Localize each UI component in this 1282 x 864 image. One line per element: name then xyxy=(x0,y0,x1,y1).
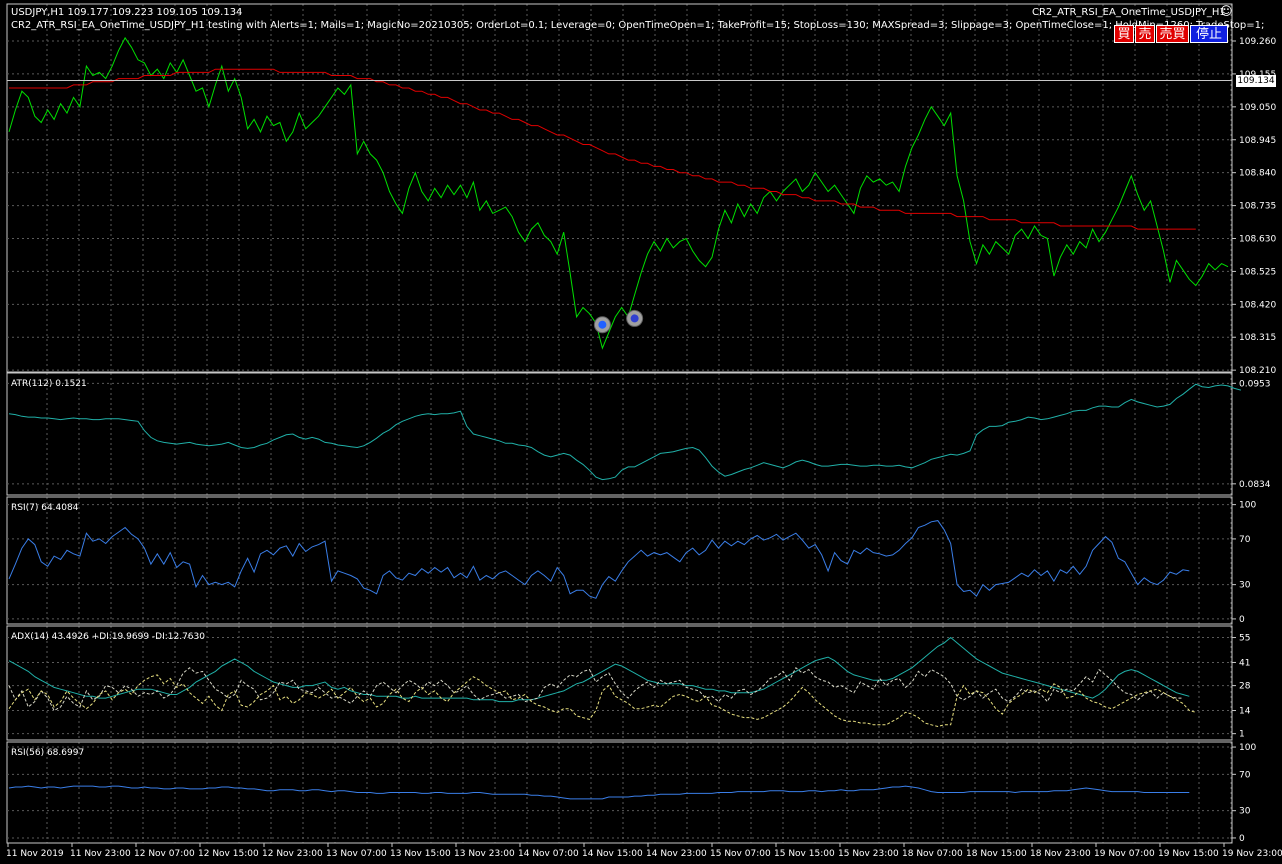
y-tick-label: 70 xyxy=(1239,770,1251,780)
x-tick-label: 11 Nov 2019 xyxy=(6,849,64,859)
x-tick-label: 15 Nov 23:00 xyxy=(838,849,899,859)
pane-title: RSI(7) 64.4084 xyxy=(11,503,79,513)
y-tick-label: 108.420 xyxy=(1239,300,1276,310)
x-tick-label: 13 Nov 15:00 xyxy=(390,849,451,859)
y-tick-label: 108.945 xyxy=(1239,136,1276,146)
x-tick-label: 13 Nov 23:00 xyxy=(454,849,515,859)
y-tick-label: 14 xyxy=(1239,707,1251,717)
x-tick-label: 14 Nov 23:00 xyxy=(646,849,707,859)
y-tick-label: 100 xyxy=(1239,743,1256,753)
y-tick-label: 108.630 xyxy=(1239,234,1276,244)
x-tick-label: 19 Nov 15:00 xyxy=(1158,849,1219,859)
y-tick-label: 108.735 xyxy=(1239,202,1276,212)
y-tick-label: 70 xyxy=(1239,535,1251,545)
x-tick-label: 15 Nov 15:00 xyxy=(774,849,835,859)
y-tick-label: 109.260 xyxy=(1239,37,1276,47)
symbol-header: USDJPY,H1 109.177 109.223 109.105 109.13… xyxy=(11,7,243,18)
x-tick-label: 13 Nov 07:00 xyxy=(326,849,387,859)
x-tick-label: 12 Nov 07:00 xyxy=(134,849,195,859)
pane-title: ADX(14) 43.4926 +DI:19.9699 -DI:12.7630 xyxy=(11,632,205,642)
x-tick-label: 11 Nov 23:00 xyxy=(70,849,131,859)
close-marker-core xyxy=(630,314,639,323)
y-tick-label: 108.210 xyxy=(1239,366,1276,376)
pane-title: RSI(56) 68.6997 xyxy=(11,748,84,758)
y-tick-label: 55 xyxy=(1239,634,1250,644)
x-tick-label: 15 Nov 07:00 xyxy=(710,849,771,859)
y-tick-label: 1 xyxy=(1239,730,1245,740)
y-tick-label: 0 xyxy=(1239,615,1245,625)
buy-marker-core xyxy=(598,320,607,329)
x-tick-label: 12 Nov 15:00 xyxy=(198,849,259,859)
y-tick-label: 108.315 xyxy=(1239,333,1276,343)
y-tick-label: 108.840 xyxy=(1239,169,1276,179)
y-tick-label: 30 xyxy=(1239,807,1251,817)
x-tick-label: 14 Nov 15:00 xyxy=(582,849,643,859)
y-tick-label: 41 xyxy=(1239,658,1250,668)
current-price-tag: 109.134 xyxy=(1236,74,1276,87)
chart-background xyxy=(0,0,1282,864)
sell-button[interactable]: 売 xyxy=(1135,25,1155,43)
x-tick-label: 19 Nov 23:00 xyxy=(1222,849,1282,859)
y-tick-label: 109.050 xyxy=(1239,103,1276,113)
x-tick-label: 14 Nov 07:00 xyxy=(518,849,579,859)
buy-button[interactable]: 買 xyxy=(1114,25,1134,43)
stop-button[interactable]: 停止 xyxy=(1190,25,1228,43)
y-tick-label: 100 xyxy=(1239,501,1256,511)
x-tick-label: 19 Nov 07:00 xyxy=(1094,849,1155,859)
chart-canvas[interactable]: 109.260109.155109.050108.945108.840108.7… xyxy=(0,0,1282,864)
y-tick-label: 30 xyxy=(1239,581,1251,591)
x-tick-label: 18 Nov 15:00 xyxy=(966,849,1027,859)
ea-settings-label: CR2_ATR_RSI_EA_OneTime_USDJPY_H1 testing… xyxy=(11,20,1265,31)
smiley-icon: ☺ xyxy=(1220,4,1233,18)
pane-title: ATR(112) 0.1521 xyxy=(11,379,87,389)
y-tick-label: 0.0953 xyxy=(1239,379,1271,389)
y-tick-label: 0.0834 xyxy=(1239,480,1271,490)
x-tick-label: 12 Nov 23:00 xyxy=(262,849,323,859)
sellbuy-button[interactable]: 売買 xyxy=(1156,25,1189,43)
y-tick-label: 0 xyxy=(1239,834,1245,844)
x-tick-label: 18 Nov 23:00 xyxy=(1030,849,1091,859)
y-tick-label: 28 xyxy=(1239,682,1251,692)
ea-name-label: CR2_ATR_RSI_EA_OneTime_USDJPY_H1 xyxy=(1032,7,1226,18)
x-tick-label: 18 Nov 07:00 xyxy=(902,849,963,859)
y-tick-label: 108.525 xyxy=(1239,267,1276,277)
